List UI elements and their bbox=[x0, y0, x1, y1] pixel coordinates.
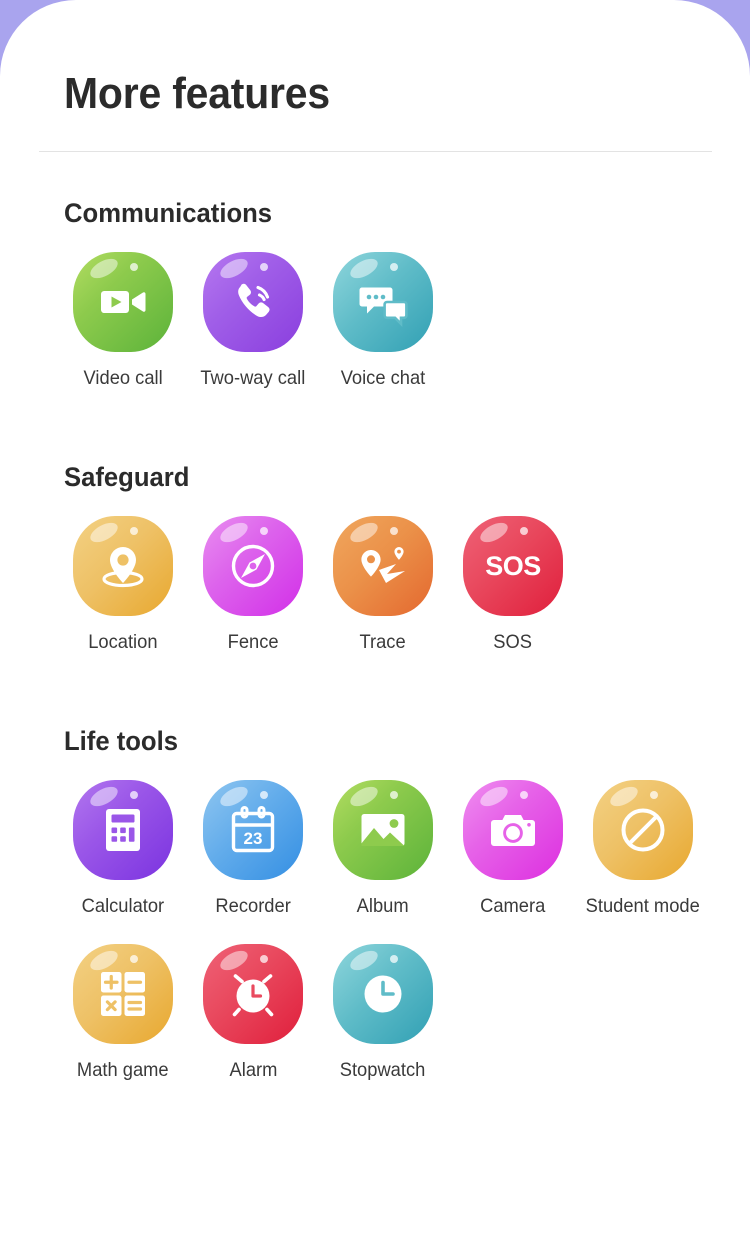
title-divider bbox=[39, 151, 712, 152]
feature-sections: Communications Video call Two-way call Voic… bbox=[0, 196, 750, 1152]
feature-tile[interactable]: Album bbox=[318, 780, 448, 918]
feature-tile[interactable]: Two-way call bbox=[188, 252, 318, 390]
gloss-dot bbox=[390, 527, 398, 535]
tile-label: Math game bbox=[77, 1059, 169, 1081]
gloss-dot bbox=[390, 955, 398, 963]
tile-label: Location bbox=[88, 631, 158, 653]
feature-tile[interactable]: Math game bbox=[58, 944, 188, 1082]
section-title: Communications bbox=[64, 198, 273, 228]
features-card: More features Communications Video call Tw… bbox=[0, 0, 750, 1234]
tile-label: Video call bbox=[83, 367, 163, 389]
map-pin-icon[interactable] bbox=[73, 516, 173, 616]
gloss-dot bbox=[520, 791, 528, 799]
tile-label: Voice chat bbox=[340, 367, 426, 389]
phone-call-icon[interactable] bbox=[203, 252, 303, 352]
tile-label: Student mode bbox=[585, 895, 701, 917]
feature-tile[interactable]: Video call bbox=[58, 252, 188, 390]
section-title: Life tools bbox=[64, 726, 178, 756]
svg-text:23: 23 bbox=[244, 829, 263, 848]
gloss-dot bbox=[130, 791, 138, 799]
tile-label: Camera bbox=[480, 895, 546, 917]
gloss-dot bbox=[390, 791, 398, 799]
gloss-dot bbox=[260, 955, 268, 963]
tile-label: Trace bbox=[359, 631, 407, 653]
feature-tile[interactable]: Student mode bbox=[578, 780, 708, 918]
feature-section: Communications Video call Two-way call Voic… bbox=[0, 196, 750, 416]
page-title: More features bbox=[64, 69, 330, 118]
feature-tile[interactable]: SOS SOS bbox=[448, 516, 578, 654]
feature-section: Life tools Calculator 23 Recorder Album Camer… bbox=[0, 724, 750, 1108]
alarm-clock-icon[interactable] bbox=[203, 944, 303, 1044]
tile-label: Alarm bbox=[229, 1059, 277, 1081]
feature-tile[interactable]: Voice chat bbox=[318, 252, 448, 390]
gloss-dot bbox=[260, 263, 268, 271]
section-title: Safeguard bbox=[64, 462, 190, 492]
tile-grid: Calculator 23 Recorder Album Camera Student m… bbox=[0, 780, 750, 1108]
route-map-icon[interactable] bbox=[333, 516, 433, 616]
math-operators-icon[interactable] bbox=[73, 944, 173, 1044]
feature-tile[interactable]: Camera bbox=[448, 780, 578, 918]
gloss-dot bbox=[130, 955, 138, 963]
feature-tile[interactable]: Stopwatch bbox=[318, 944, 448, 1082]
sos-label: SOS bbox=[485, 550, 541, 581]
clock-icon[interactable] bbox=[333, 944, 433, 1044]
sos-text-icon[interactable]: SOS bbox=[463, 516, 563, 616]
calculator-icon[interactable] bbox=[73, 780, 173, 880]
feature-section: Safeguard Location Fence Trace SOS SOS bbox=[0, 460, 750, 680]
photo-image-icon[interactable] bbox=[333, 780, 433, 880]
tile-label: Recorder bbox=[215, 895, 291, 917]
tile-label: Stopwatch bbox=[340, 1059, 426, 1081]
prohibited-icon[interactable] bbox=[593, 780, 693, 880]
chat-bubbles-icon[interactable] bbox=[333, 252, 433, 352]
video-camera-icon[interactable] bbox=[73, 252, 173, 352]
tile-label: Calculator bbox=[81, 895, 165, 917]
calendar-23-icon[interactable]: 23 bbox=[203, 780, 303, 880]
gloss-dot bbox=[130, 527, 138, 535]
gloss-dot bbox=[650, 791, 658, 799]
feature-tile[interactable]: Trace bbox=[318, 516, 448, 654]
feature-tile[interactable]: Calculator bbox=[58, 780, 188, 918]
feature-tile[interactable]: Fence bbox=[188, 516, 318, 654]
app-background: More features Communications Video call Tw… bbox=[0, 0, 750, 1234]
camera-icon[interactable] bbox=[463, 780, 563, 880]
gloss-dot bbox=[260, 791, 268, 799]
gloss-dot bbox=[130, 263, 138, 271]
tile-grid: Location Fence Trace SOS SOS bbox=[0, 516, 750, 680]
feature-tile[interactable]: Alarm bbox=[188, 944, 318, 1082]
tile-label: Album bbox=[357, 895, 409, 917]
tile-grid: Video call Two-way call Voice chat bbox=[0, 252, 750, 416]
gloss-dot bbox=[520, 527, 528, 535]
feature-tile[interactable]: 23 Recorder bbox=[188, 780, 318, 918]
gloss-dot bbox=[390, 263, 398, 271]
gloss-dot bbox=[260, 527, 268, 535]
tile-label: SOS bbox=[493, 631, 533, 653]
compass-icon[interactable] bbox=[203, 516, 303, 616]
feature-tile[interactable]: Location bbox=[58, 516, 188, 654]
tile-label: Fence bbox=[227, 631, 279, 653]
tile-label: Two-way call bbox=[200, 367, 306, 389]
